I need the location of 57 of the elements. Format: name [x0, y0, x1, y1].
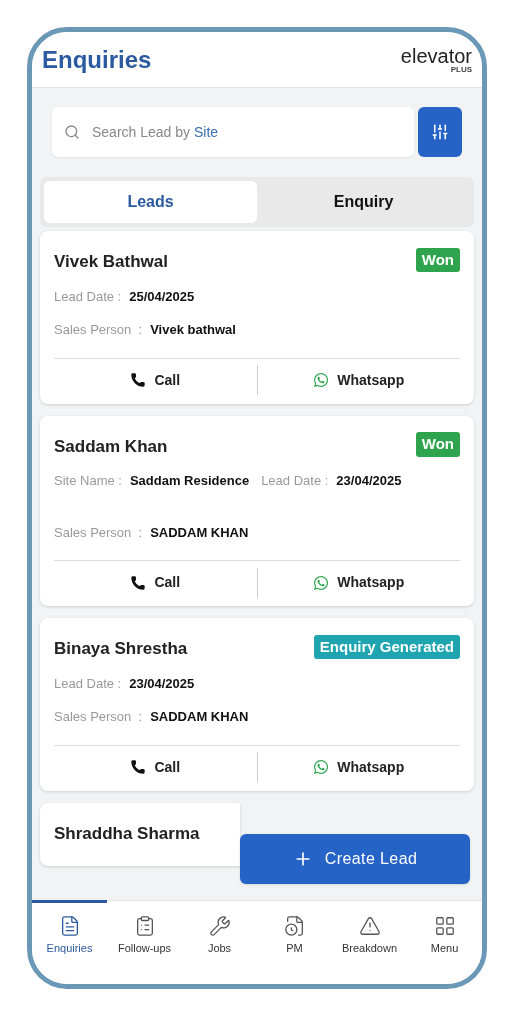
filter-icon	[431, 123, 449, 141]
whatsapp-icon	[313, 372, 330, 388]
lead-name: Shraddha Sharma	[54, 822, 200, 845]
lead-card[interactable]: Binaya Shrestha Enquiry Generated Lead Date : 23/04/2025 Sales Person : SADDAM KHAN Call Whatsapp	[40, 618, 474, 791]
phone-icon	[130, 759, 147, 775]
nav-item[interactable]: Jobs	[182, 900, 257, 984]
whatsapp-icon	[313, 759, 330, 775]
field-value: SADDAM KHAN	[150, 523, 249, 542]
lead-name: Vivek Bathwal	[54, 251, 169, 273]
call-button[interactable]: Call	[54, 756, 257, 778]
create-lead-button[interactable]: Create Lead	[240, 834, 470, 884]
field-label: Site Name :	[54, 472, 122, 490]
call-button[interactable]: Call	[54, 572, 257, 593]
field-value: 25/04/2025	[129, 287, 195, 306]
grid-icon	[433, 915, 456, 937]
warning-icon	[358, 915, 381, 937]
field-label: Sales Person :	[54, 321, 143, 339]
lead-card[interactable]: Shraddha Sharma	[40, 802, 240, 866]
field-value: SADDAM KHAN	[150, 708, 249, 726]
tab[interactable]: Leads	[44, 181, 257, 223]
field-label: Lead Date :	[261, 472, 329, 490]
nav-item[interactable]: Enquiries	[32, 900, 107, 984]
field-label: Lead Date :	[54, 287, 122, 306]
whatsapp-icon	[313, 574, 330, 591]
nav-item[interactable]: Menu	[407, 900, 482, 984]
lead-card[interactable]: Vivek Bathwal Won Lead Date : 25/04/2025 Sales Person : Vivek bathwal Call Whatsapp	[40, 231, 474, 404]
nav-item[interactable]: Follow-ups	[107, 900, 182, 984]
field-value: Saddam Residence	[129, 472, 250, 490]
field-label: Sales Person :	[54, 708, 143, 726]
file-clock-icon	[283, 915, 306, 937]
nav-item[interactable]: PM	[257, 900, 332, 984]
phone-icon	[130, 372, 147, 388]
logo-subtext: PLUS	[450, 65, 472, 74]
tab[interactable]: Enquiry	[257, 181, 470, 223]
wrench-icon	[208, 915, 231, 937]
whatsapp-button[interactable]: Whatsapp	[257, 756, 460, 778]
status-badge: Won	[415, 432, 460, 457]
field-value: 23/04/2025	[129, 674, 195, 693]
status-badge: Enquiry Generated	[313, 634, 460, 659]
call-button[interactable]: Call	[54, 369, 257, 391]
whatsapp-button[interactable]: Whatsapp	[257, 572, 460, 593]
lead-name: Saddam Khan	[54, 435, 168, 458]
filter-button[interactable]	[418, 107, 462, 157]
field-value: 23/04/2025	[336, 472, 402, 490]
lead-name: Binaya Shrestha	[54, 638, 188, 660]
phone-icon	[130, 574, 147, 591]
nav-item[interactable]: Breakdown	[332, 900, 407, 984]
page-title: Enquiries	[42, 44, 152, 75]
lead-card[interactable]: Saddam Khan Won Site Name : Saddam Residence Lead Date : 23/04/2025 Sales Person : SADDAM KHAN Call Whatsapp	[40, 415, 474, 606]
field-label: Lead Date :	[54, 674, 122, 693]
whatsapp-button[interactable]: Whatsapp	[257, 369, 460, 391]
status-badge: Won	[415, 247, 460, 272]
search-field[interactable]: Search Lead by Site	[52, 107, 414, 157]
field-label: Sales Person :	[54, 523, 143, 542]
logo-text: elevator	[400, 45, 472, 66]
search-icon	[64, 124, 80, 140]
field-value: Vivek bathwal	[150, 321, 236, 339]
